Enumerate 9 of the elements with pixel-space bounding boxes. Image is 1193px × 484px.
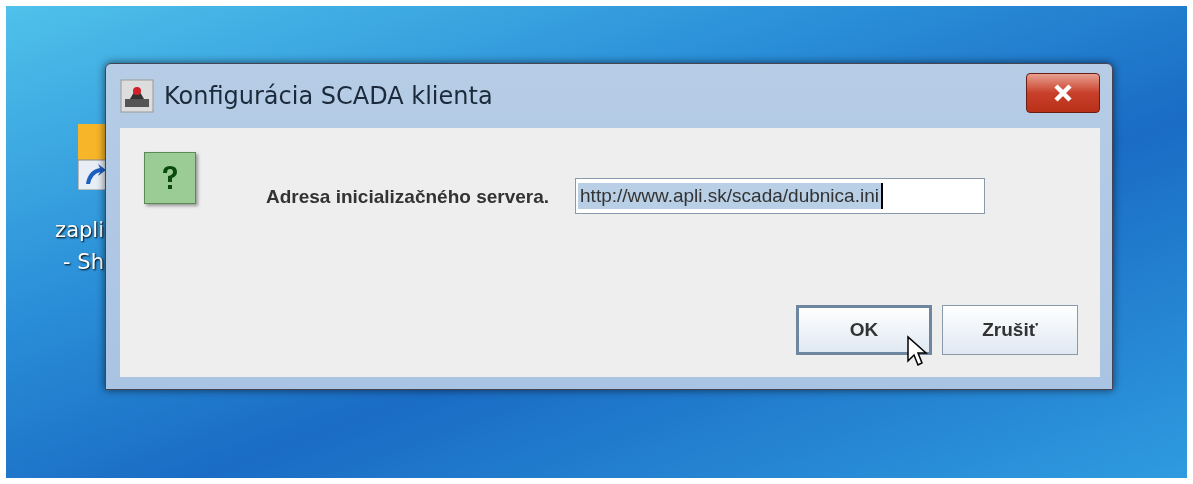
server-address-field[interactable]: http://www.apli.sk/scada/dubnica.ini (575, 178, 986, 214)
dialog-button[interactable]: Zrušiť (942, 305, 1078, 355)
dialog-button[interactable]: OK (796, 305, 932, 355)
window-title: Konfigurácia SCADA klienta (164, 82, 493, 110)
server-address-label: Adresa inicializačného servera. (266, 186, 550, 208)
mouse-cursor-icon (906, 335, 928, 369)
question-icon (144, 152, 196, 204)
app-icon (120, 79, 154, 113)
close-button[interactable] (1026, 73, 1100, 113)
